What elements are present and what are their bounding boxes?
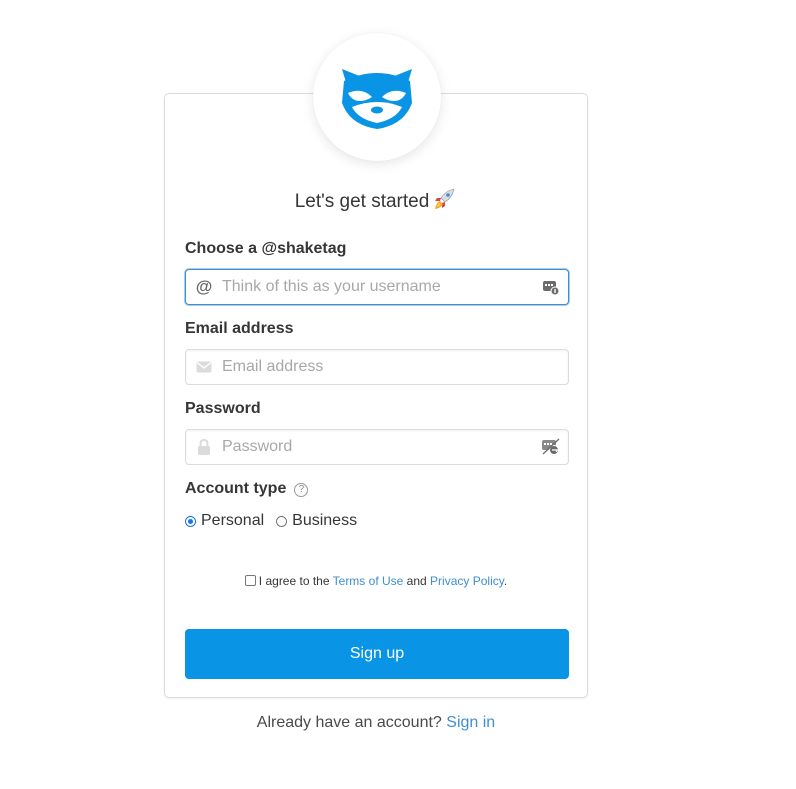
sign-in-link[interactable]: Sign in xyxy=(446,714,495,731)
radio-business-label: Business xyxy=(292,512,358,529)
signin-prompt-text: Already have an account? xyxy=(256,714,442,731)
raccoon-logo-icon xyxy=(342,69,412,129)
shaketag-field[interactable]: @ xyxy=(185,269,569,305)
question-circle-icon[interactable]: ? xyxy=(294,482,309,497)
password-manager-icon[interactable] xyxy=(534,270,568,304)
agree-checkbox[interactable] xyxy=(244,575,256,586)
rocket-icon xyxy=(433,188,457,216)
radio-personal-label: Personal xyxy=(201,512,265,529)
password-input[interactable] xyxy=(222,430,534,464)
signup-card xyxy=(164,93,588,698)
agree-terms-row: I agree to the Terms of Use and Privacy … xyxy=(164,574,588,588)
agree-and: and xyxy=(406,574,427,588)
lock-icon xyxy=(186,430,222,464)
envelope-icon xyxy=(186,350,222,384)
shaketag-input[interactable] xyxy=(222,270,534,304)
account-type-label: Account type? xyxy=(185,480,309,498)
sign-up-button[interactable]: Sign up xyxy=(185,629,569,679)
password-label: Password xyxy=(185,400,261,417)
terms-of-use-link[interactable]: Terms of Use xyxy=(333,574,404,588)
signin-prompt: Already have an account? Sign in xyxy=(164,714,588,732)
account-type-radio-group: Personal Business xyxy=(185,512,369,530)
account-type-label-text: Account type xyxy=(185,480,287,497)
privacy-policy-link[interactable]: Privacy Policy xyxy=(430,574,504,588)
email-field[interactable] xyxy=(185,349,569,385)
password-field[interactable] xyxy=(185,429,569,465)
password-manager-key-icon[interactable] xyxy=(534,430,568,464)
logo xyxy=(313,33,441,161)
email-label: Email address xyxy=(185,320,294,337)
agree-suffix: . xyxy=(503,574,508,588)
radio-business[interactable]: Business xyxy=(276,512,357,530)
at-sign-icon: @ xyxy=(195,277,213,296)
page-title: Let's get started xyxy=(164,188,588,216)
page-title-text: Let's get started xyxy=(294,191,430,212)
radio-personal-indicator[interactable] xyxy=(185,515,196,527)
agree-prefix: I agree to the xyxy=(258,574,330,588)
radio-personal[interactable]: Personal xyxy=(185,512,264,530)
shaketag-label: Choose a @shaketag xyxy=(185,240,347,257)
radio-business-indicator[interactable] xyxy=(276,515,288,527)
email-input[interactable] xyxy=(222,350,568,384)
